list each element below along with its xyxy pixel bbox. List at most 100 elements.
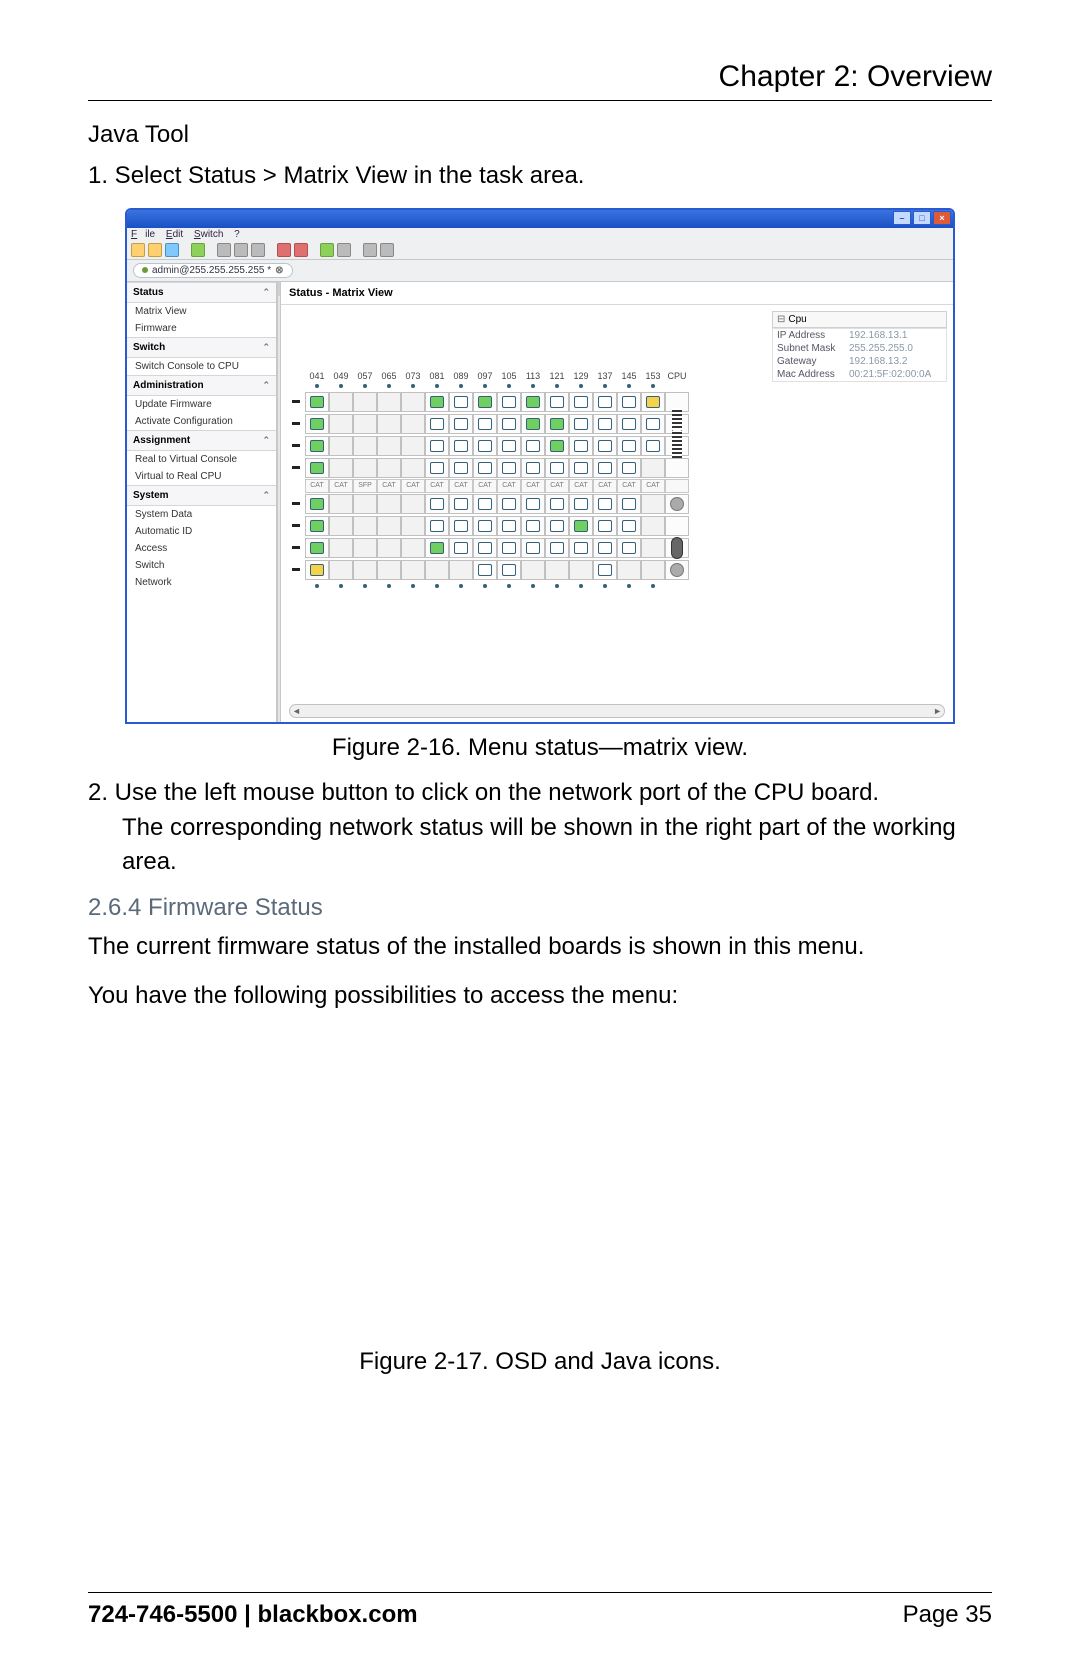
sidebar-item[interactable]: Matrix View — [127, 303, 276, 320]
matrix-port-cell[interactable] — [521, 436, 545, 456]
matrix-port-cell[interactable] — [521, 516, 545, 536]
scroll-right-icon[interactable]: ► — [933, 706, 942, 716]
matrix-port-cell[interactable] — [593, 436, 617, 456]
matrix-port-cell[interactable] — [305, 560, 329, 580]
toolbar-icon[interactable] — [217, 243, 231, 257]
matrix-port-cell[interactable] — [521, 494, 545, 514]
matrix-port-cell[interactable] — [593, 458, 617, 478]
matrix-port-cell[interactable] — [425, 516, 449, 536]
matrix-port-cell[interactable] — [593, 414, 617, 434]
matrix-port-cell[interactable] — [497, 494, 521, 514]
matrix-port-cell[interactable] — [545, 414, 569, 434]
matrix-port-cell[interactable] — [593, 538, 617, 558]
matrix-port-cell[interactable] — [353, 538, 377, 558]
matrix-port-cell[interactable] — [329, 458, 353, 478]
menu-switch[interactable]: Switch — [194, 229, 223, 240]
matrix-port-cell[interactable] — [377, 458, 401, 478]
matrix-port-cell[interactable] — [641, 494, 665, 514]
menu-help[interactable]: ? — [234, 229, 240, 240]
matrix-port-cell[interactable] — [401, 538, 425, 558]
cpu-port-cell[interactable] — [665, 516, 689, 536]
matrix-port-cell[interactable] — [545, 538, 569, 558]
sidebar-item[interactable]: Real to Virtual Console — [127, 451, 276, 468]
matrix-port-cell[interactable] — [545, 436, 569, 456]
matrix-port-cell[interactable] — [329, 392, 353, 412]
matrix-port-cell[interactable] — [329, 436, 353, 456]
menu-file[interactable]: File — [131, 229, 155, 240]
matrix-port-cell[interactable] — [497, 436, 521, 456]
horizontal-scrollbar[interactable]: ◄ ► — [289, 704, 945, 718]
matrix-port-cell[interactable] — [377, 538, 401, 558]
sidebar-item[interactable]: Network — [127, 574, 276, 591]
matrix-port-cell[interactable] — [497, 414, 521, 434]
matrix-port-cell[interactable] — [401, 414, 425, 434]
toolbar-icon[interactable] — [251, 243, 265, 257]
matrix-port-cell[interactable] — [473, 436, 497, 456]
matrix-port-cell[interactable] — [377, 516, 401, 536]
matrix-port-cell[interactable] — [641, 458, 665, 478]
matrix-port-cell[interactable] — [641, 436, 665, 456]
matrix-port-cell[interactable] — [473, 494, 497, 514]
matrix-port-cell[interactable] — [377, 392, 401, 412]
matrix-port-cell[interactable] — [545, 494, 569, 514]
matrix-port-cell[interactable] — [353, 560, 377, 580]
matrix-port-cell[interactable] — [473, 414, 497, 434]
matrix-port-cell[interactable] — [497, 458, 521, 478]
matrix-port-cell[interactable] — [305, 414, 329, 434]
matrix-port-cell[interactable] — [449, 392, 473, 412]
toolbar-icon[interactable] — [191, 243, 205, 257]
matrix-port-cell[interactable] — [401, 494, 425, 514]
matrix-port-cell[interactable] — [329, 516, 353, 536]
matrix-port-cell[interactable] — [353, 458, 377, 478]
matrix-port-cell[interactable] — [449, 494, 473, 514]
matrix-port-cell[interactable] — [545, 458, 569, 478]
sidebar-item[interactable]: Firmware — [127, 320, 276, 337]
matrix-port-cell[interactable] — [425, 494, 449, 514]
matrix-port-cell[interactable] — [329, 538, 353, 558]
window-close-button[interactable]: × — [933, 211, 951, 225]
matrix-port-cell[interactable] — [593, 560, 617, 580]
matrix-port-cell[interactable] — [401, 458, 425, 478]
toolbar-icon[interactable] — [234, 243, 248, 257]
matrix-port-cell[interactable] — [305, 494, 329, 514]
sidebar-item[interactable]: Update Firmware — [127, 396, 276, 413]
matrix-port-cell[interactable] — [473, 516, 497, 536]
matrix-port-cell[interactable] — [449, 560, 473, 580]
toolbar-icon[interactable] — [380, 243, 394, 257]
matrix-port-cell[interactable] — [473, 560, 497, 580]
matrix-port-cell[interactable] — [521, 560, 545, 580]
sidebar-group-status[interactable]: Status⌃ — [127, 282, 276, 303]
toolbar-icon[interactable] — [148, 243, 162, 257]
matrix-port-cell[interactable] — [569, 414, 593, 434]
sidebar-item[interactable]: System Data — [127, 506, 276, 523]
toolbar-icon[interactable] — [277, 243, 291, 257]
window-minimize-button[interactable]: – — [893, 211, 911, 225]
info-panel-head[interactable]: ⊟Cpu — [772, 311, 947, 328]
matrix-port-cell[interactable] — [641, 392, 665, 412]
matrix-port-cell[interactable] — [545, 516, 569, 536]
matrix-port-cell[interactable] — [593, 516, 617, 536]
matrix-port-cell[interactable] — [617, 392, 641, 412]
matrix-port-cell[interactable] — [473, 458, 497, 478]
matrix-port-cell[interactable] — [449, 538, 473, 558]
window-maximize-button[interactable]: □ — [913, 211, 931, 225]
sidebar-item[interactable]: Access — [127, 540, 276, 557]
matrix-port-cell[interactable] — [449, 414, 473, 434]
matrix-port-cell[interactable] — [497, 538, 521, 558]
cpu-port-cell[interactable] — [665, 494, 689, 514]
matrix-port-cell[interactable] — [329, 414, 353, 434]
matrix-port-cell[interactable] — [569, 494, 593, 514]
matrix-port-cell[interactable] — [569, 538, 593, 558]
toolbar-icon[interactable] — [131, 243, 145, 257]
matrix-port-cell[interactable] — [353, 516, 377, 536]
matrix-port-cell[interactable] — [521, 458, 545, 478]
toolbar-icon[interactable] — [165, 243, 179, 257]
matrix-port-cell[interactable] — [329, 560, 353, 580]
matrix-port-cell[interactable] — [569, 560, 593, 580]
matrix-port-cell[interactable] — [617, 516, 641, 536]
matrix-port-cell[interactable] — [617, 538, 641, 558]
sidebar-item[interactable]: Activate Configuration — [127, 413, 276, 430]
matrix-port-cell[interactable] — [617, 560, 641, 580]
matrix-port-cell[interactable] — [353, 392, 377, 412]
matrix-port-cell[interactable] — [377, 436, 401, 456]
